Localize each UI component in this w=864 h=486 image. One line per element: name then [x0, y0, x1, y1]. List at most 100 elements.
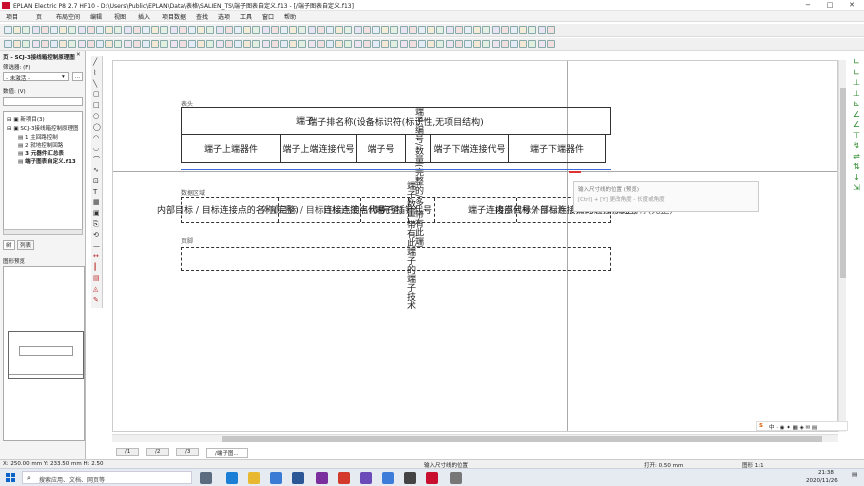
horizontal-scroll-thumb[interactable] [222, 436, 822, 442]
toolbar-button-icon[interactable] [4, 40, 12, 48]
snap-tool-icon[interactable]: ∠ [852, 121, 861, 129]
toolbar-button-icon[interactable] [234, 26, 242, 34]
taskbar-search-box[interactable]: ⌕ 搜索应用、文档、网页等 [22, 471, 192, 484]
toolbar-button-icon[interactable] [31, 26, 40, 34]
toolbar-button-icon[interactable] [381, 26, 390, 34]
toolbar-button-icon[interactable] [280, 40, 288, 48]
draw-tool-icon[interactable]: ╲ [93, 80, 101, 88]
toolbar-button-icon[interactable] [353, 40, 362, 48]
draw-tool-icon[interactable]: ↔ [93, 252, 101, 260]
toolbar-button-icon[interactable] [344, 26, 353, 34]
header-table[interactable]: 端子排名称(设备标识符(标识性,无项目结构) 端子上端器件 端子上端连接代号 端… [181, 107, 611, 164]
toolbar-button-icon[interactable] [335, 26, 344, 34]
draw-tool-icon[interactable]: — [93, 242, 101, 250]
toolbar-button-icon[interactable] [482, 26, 491, 34]
toolbar-button-icon[interactable] [96, 40, 104, 48]
toolbar-button-icon[interactable] [261, 40, 270, 48]
toolbar-button-icon[interactable] [252, 40, 261, 48]
toolbar-button-icon[interactable] [22, 26, 31, 34]
toolbar-button-icon[interactable] [178, 26, 187, 34]
draw-tool-icon[interactable]: ▤ [93, 274, 101, 282]
menu-item-insert[interactable]: 插入 [138, 12, 150, 21]
snap-tool-icon[interactable]: ⇅ [852, 163, 861, 171]
tree-item[interactable]: ▤ 3 元器件汇总表 [18, 149, 64, 157]
menu-item-layout-space[interactable]: 布局空间 [56, 12, 80, 21]
snap-tool-icon[interactable]: ⊤ [852, 131, 861, 140]
toolbar-button-icon[interactable] [270, 40, 279, 48]
toolbar-button-icon[interactable] [215, 26, 224, 34]
toolbar-button-icon[interactable] [261, 26, 270, 34]
toolbar-button-icon[interactable] [68, 40, 77, 48]
toolbar-button-icon[interactable] [408, 40, 417, 48]
toolbar-button-icon[interactable] [335, 40, 344, 48]
toolbar-button-icon[interactable] [142, 40, 150, 48]
tree-item[interactable]: ▤ 1 主回路控制 [18, 133, 58, 141]
vertical-scroll-thumb[interactable] [840, 88, 846, 278]
onenote-icon[interactable] [316, 472, 328, 484]
toolbar-button-icon[interactable] [188, 26, 196, 34]
toolbar-button-icon[interactable] [464, 26, 472, 34]
snap-tool-icon[interactable]: ⇌ [852, 152, 861, 161]
toolbar-button-icon[interactable] [105, 26, 114, 34]
header-col-upper-device[interactable]: 端子上端器件 [181, 134, 281, 163]
snap-tool-icon[interactable]: ⊥ [852, 79, 861, 87]
toolbar-button-icon[interactable] [316, 40, 325, 48]
tree-item[interactable]: ⊟ ▣ 新项目(3) [7, 115, 45, 123]
draw-tool-icon[interactable]: ⌇ [93, 69, 101, 77]
toolbar-button-icon[interactable] [114, 26, 123, 34]
toolbar-button-icon[interactable] [362, 26, 371, 34]
toolbar-button-icon[interactable] [454, 26, 463, 34]
toolbar-button-icon[interactable] [123, 26, 132, 34]
toolbar-button-icon[interactable] [13, 26, 22, 34]
menu-item-options[interactable]: 选项 [218, 12, 230, 21]
toolbar-button-icon[interactable] [436, 40, 445, 48]
draw-tool-icon[interactable]: ◯ [93, 123, 101, 131]
toolbar-button-icon[interactable] [418, 26, 426, 34]
toolbar-button-icon[interactable] [372, 26, 380, 34]
toolbar-button-icon[interactable] [68, 26, 77, 34]
toolbar-button-icon[interactable] [390, 26, 399, 34]
toolbar-button-icon[interactable] [243, 40, 252, 48]
page-tab-1[interactable]: /1 [116, 448, 140, 456]
draw-tool-icon[interactable]: ⌒ [93, 155, 101, 164]
windows-start-icon[interactable] [6, 473, 16, 483]
toolbar-button-icon[interactable] [445, 40, 454, 48]
tree-item-selected[interactable]: ▤ 端子图表自定义.f13 [18, 157, 76, 165]
maximize-button[interactable]: □ [822, 0, 838, 10]
toolbar-button-icon[interactable] [537, 26, 546, 34]
remote-icon[interactable] [404, 472, 416, 484]
tree-item[interactable]: ▤ 2 就地控制回路 [18, 141, 63, 149]
toolbar-button-icon[interactable] [4, 26, 12, 34]
draw-tool-icon[interactable]: ▢ [93, 90, 101, 98]
toolbar-button-icon[interactable] [326, 40, 334, 48]
toolbar-button-icon[interactable] [289, 26, 298, 34]
footer-frame[interactable] [181, 247, 611, 271]
toolbar-button-icon[interactable] [215, 40, 224, 48]
toolbar-button-icon[interactable] [519, 40, 528, 48]
toolbar-button-icon[interactable] [353, 26, 362, 34]
toolbar-button-icon[interactable] [77, 40, 86, 48]
toolbar-button-icon[interactable] [491, 40, 500, 48]
toolbar-button-icon[interactable] [50, 26, 58, 34]
toolbar-button-icon[interactable] [31, 40, 40, 48]
network-icon[interactable] [450, 472, 462, 484]
toolbar-button-icon[interactable] [372, 40, 380, 48]
toolbar-button-icon[interactable] [408, 26, 417, 34]
toolbar-button-icon[interactable] [528, 40, 537, 48]
toolbar-button-icon[interactable] [537, 40, 546, 48]
toolbar-button-icon[interactable] [326, 26, 334, 34]
toolbar-button-icon[interactable] [289, 40, 298, 48]
sogou-icon[interactable]: S [759, 423, 763, 429]
toolbar-button-icon[interactable] [234, 40, 242, 48]
drawing-canvas[interactable]: 表头 数据区域 页脚 端子排名称(设备标识符(标识性,无项目结构) 端子上端器件… [112, 60, 838, 432]
task-view-icon[interactable] [200, 472, 212, 484]
toolbar-button-icon[interactable] [491, 26, 500, 34]
snap-tool-icon[interactable]: ↓ [852, 173, 861, 182]
close-button[interactable]: ✕ [844, 0, 860, 10]
toolbar-button-icon[interactable] [316, 26, 325, 34]
toolbar-button-icon[interactable] [510, 26, 518, 34]
draw-tool-icon[interactable]: ◬ [93, 285, 101, 293]
draw-tool-icon[interactable]: ⊡ [93, 177, 101, 185]
menu-item-project-data[interactable]: 项目数据 [162, 12, 186, 21]
toolbar-button-icon[interactable] [132, 40, 141, 48]
